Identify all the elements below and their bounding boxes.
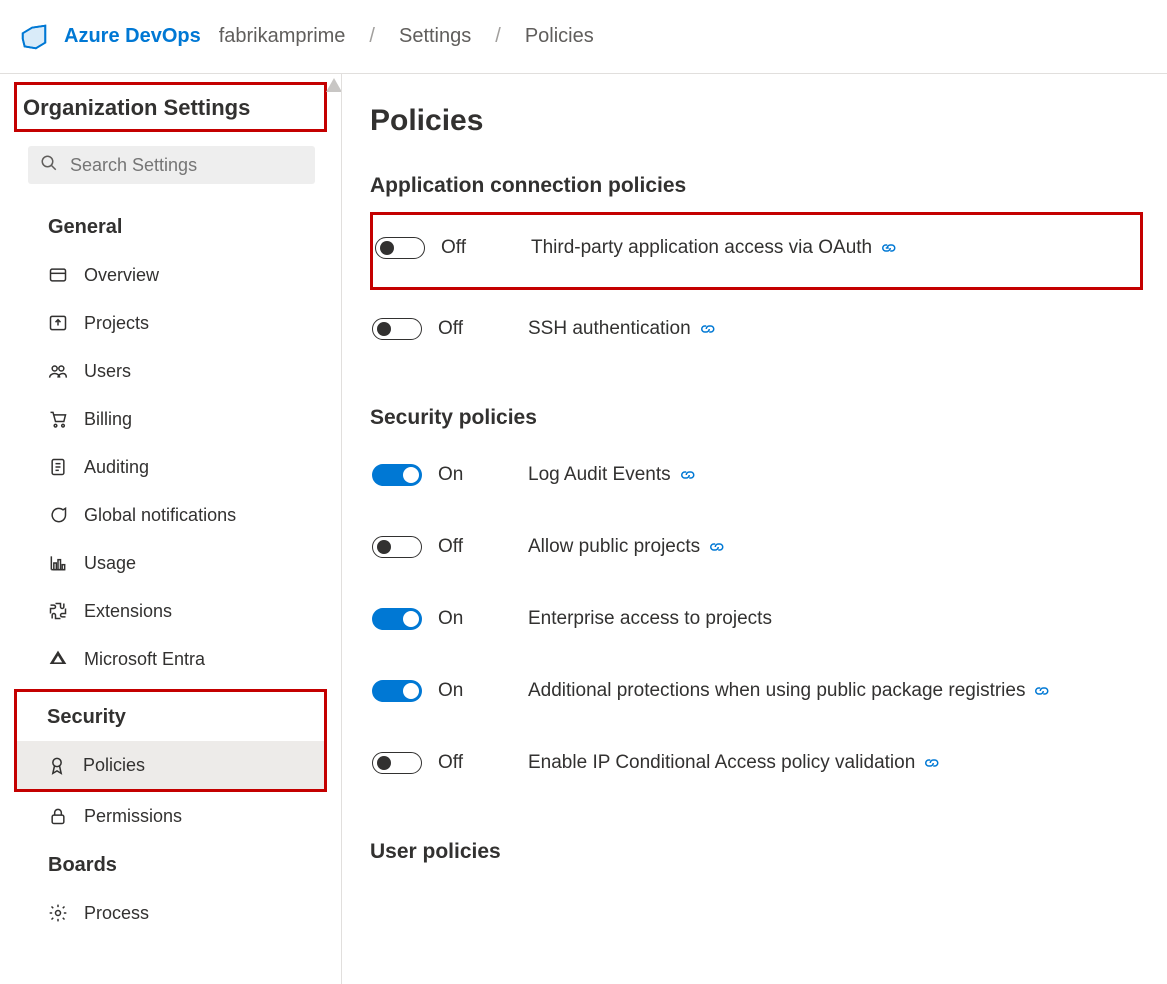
toggle-third-party-oauth[interactable]	[375, 237, 425, 259]
puzzle-icon	[48, 601, 68, 621]
brand-link[interactable]: Azure DevOps	[64, 25, 201, 48]
policy-label: Enable IP Conditional Access policy vali…	[528, 752, 915, 774]
sidebar-item-usage[interactable]: Usage	[0, 539, 341, 587]
toggle-state: On	[438, 608, 528, 630]
link-icon[interactable]	[710, 540, 728, 554]
toggle-ip-conditional[interactable]	[372, 752, 422, 774]
policy-row-log-audit: On Log Audit Events	[370, 444, 1143, 516]
link-icon[interactable]	[1035, 684, 1053, 698]
policy-row-package-registries: On Additional protections when using pub…	[370, 660, 1143, 732]
sidebar-item-label: Billing	[84, 409, 132, 430]
policy-label: Log Audit Events	[528, 464, 671, 486]
users-icon	[48, 361, 68, 381]
document-icon	[48, 457, 68, 477]
policy-label: SSH authentication	[528, 318, 691, 340]
toggle-state: Off	[438, 318, 528, 340]
sidebar-item-label: Global notifications	[84, 505, 236, 526]
link-icon[interactable]	[681, 468, 699, 482]
toggle-state: Off	[438, 752, 528, 774]
breadcrumb-org[interactable]: fabrikamprime	[219, 25, 346, 48]
sidebar-item-label: Permissions	[84, 806, 182, 827]
toggle-package-registries[interactable]	[372, 680, 422, 702]
policy-label: Allow public projects	[528, 536, 700, 558]
link-icon[interactable]	[925, 756, 943, 770]
group-title-user-policies: User policies	[370, 840, 1143, 864]
toggle-state: On	[438, 464, 528, 486]
sidebar-item-label: Microsoft Entra	[84, 649, 205, 670]
topbar: Azure DevOps fabrikamprime / Settings / …	[0, 0, 1167, 74]
policy-row-public-projects: Off Allow public projects	[370, 516, 1143, 588]
toggle-state: Off	[441, 237, 531, 259]
sidebar-item-label: Process	[84, 903, 149, 924]
sidebar: Organization Settings General Overview P…	[0, 74, 342, 984]
azure-devops-logo	[18, 22, 50, 52]
lock-icon	[48, 806, 68, 826]
sidebar-item-users[interactable]: Users	[0, 347, 341, 395]
main-content: Policies Application connection policies…	[342, 74, 1167, 984]
policy-row-enterprise-access: On Enterprise access to projects	[370, 588, 1143, 660]
sidebar-item-overview[interactable]: Overview	[0, 251, 341, 299]
policy-row-ssh-auth: Off SSH authentication	[370, 298, 1143, 370]
breadcrumb-sep-icon: /	[495, 25, 501, 48]
org-settings-header-highlight: Organization Settings	[14, 82, 327, 132]
policy-row-ip-conditional: Off Enable IP Conditional Access policy …	[370, 732, 1143, 804]
sidebar-section-boards: Boards	[0, 840, 341, 889]
chart-icon	[48, 553, 68, 573]
sidebar-item-label: Usage	[84, 553, 136, 574]
breadcrumb-policies[interactable]: Policies	[525, 25, 594, 48]
group-title-app-connection: Application connection policies	[370, 174, 1143, 198]
badge-icon	[47, 755, 67, 775]
sidebar-item-label: Policies	[83, 755, 145, 776]
search-icon	[40, 154, 58, 176]
sidebar-item-label: Users	[84, 361, 131, 382]
chat-icon	[48, 505, 68, 525]
search-input[interactable]	[70, 155, 303, 176]
sidebar-section-security-highlight: Security Policies	[14, 689, 327, 792]
policy-label: Third-party application access via OAuth	[531, 237, 872, 259]
sidebar-section-general: General	[0, 202, 341, 251]
sidebar-section-security: Security	[17, 692, 324, 741]
policy-label: Additional protections when using public…	[528, 680, 1025, 702]
sidebar-item-policies[interactable]: Policies	[17, 741, 324, 789]
sidebar-item-label: Auditing	[84, 457, 149, 478]
sidebar-item-label: Overview	[84, 265, 159, 286]
policy-row-third-party-oauth: Off Third-party application access via O…	[370, 212, 1143, 290]
org-settings-title: Organization Settings	[23, 95, 318, 121]
sidebar-item-label: Extensions	[84, 601, 172, 622]
breadcrumb-sep-icon: /	[369, 25, 375, 48]
sidebar-item-label: Projects	[84, 313, 149, 334]
toggle-log-audit[interactable]	[372, 464, 422, 486]
sidebar-item-extensions[interactable]: Extensions	[0, 587, 341, 635]
toggle-state: Off	[438, 536, 528, 558]
search-settings-field[interactable]	[28, 146, 315, 184]
cart-icon	[48, 409, 68, 429]
entra-icon	[48, 649, 68, 669]
page-title: Policies	[370, 104, 1143, 138]
toggle-public-projects[interactable]	[372, 536, 422, 558]
sidebar-item-process[interactable]: Process	[0, 889, 341, 937]
sidebar-item-auditing[interactable]: Auditing	[0, 443, 341, 491]
upload-icon	[48, 313, 68, 333]
toggle-enterprise-access[interactable]	[372, 608, 422, 630]
gear-icon	[48, 903, 68, 923]
breadcrumb-settings[interactable]: Settings	[399, 25, 471, 48]
sidebar-item-projects[interactable]: Projects	[0, 299, 341, 347]
sidebar-item-billing[interactable]: Billing	[0, 395, 341, 443]
toggle-state: On	[438, 680, 528, 702]
link-icon[interactable]	[701, 322, 719, 336]
sidebar-item-global-notifications[interactable]: Global notifications	[0, 491, 341, 539]
toggle-ssh-auth[interactable]	[372, 318, 422, 340]
card-icon	[48, 265, 68, 285]
link-icon[interactable]	[882, 241, 900, 255]
group-title-security-policies: Security policies	[370, 406, 1143, 430]
sidebar-item-permissions[interactable]: Permissions	[0, 792, 341, 840]
policy-label: Enterprise access to projects	[528, 608, 772, 630]
scroll-up-icon[interactable]	[326, 78, 342, 92]
sidebar-item-microsoft-entra[interactable]: Microsoft Entra	[0, 635, 341, 683]
